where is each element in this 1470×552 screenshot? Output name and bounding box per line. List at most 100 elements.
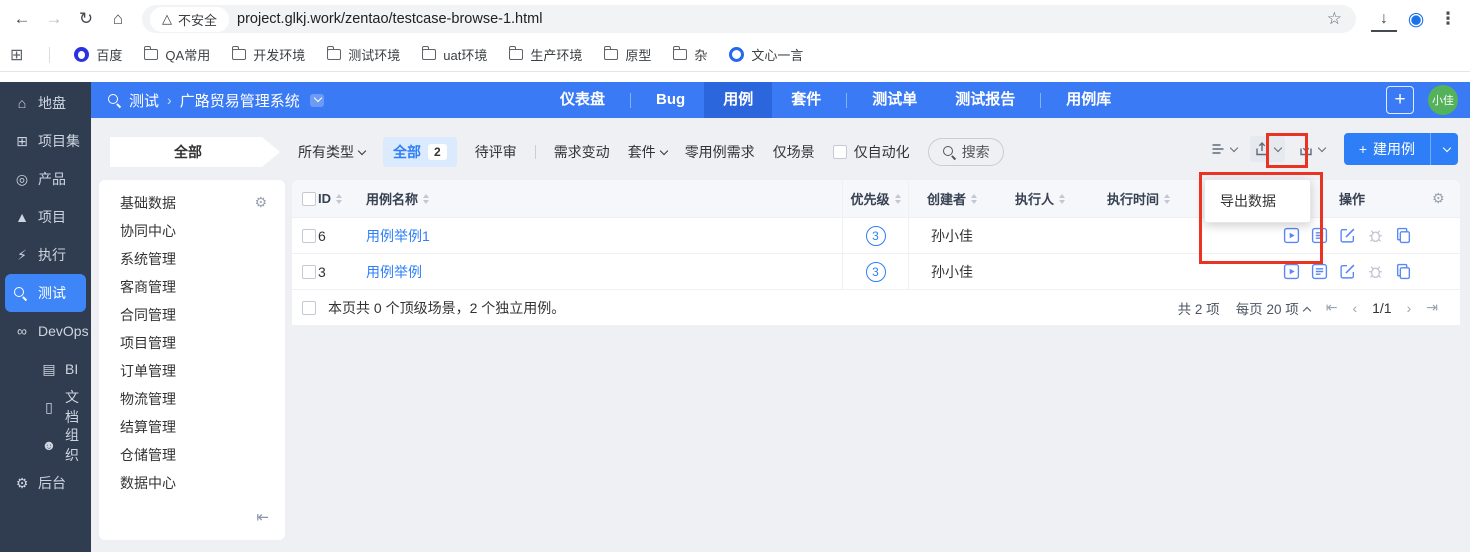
nav-tab[interactable]: Bug (637, 82, 704, 118)
column-header-name[interactable]: 用例名称 (366, 189, 842, 208)
run-case-icon[interactable] (1283, 263, 1300, 280)
filter-pill[interactable]: 零用例需求 (685, 142, 755, 162)
row-checkbox[interactable] (302, 264, 316, 279)
first-page-icon[interactable]: ⇤ (1326, 299, 1338, 316)
sidebar-item[interactable]: ▲ 项目 (0, 198, 91, 236)
avatar[interactable]: 小佳 (1428, 85, 1458, 115)
display-mode-button[interactable] (1206, 136, 1241, 162)
module-tree-item[interactable]: 结算管理 (120, 413, 285, 441)
create-case-button[interactable]: + 建用例 (1344, 133, 1430, 165)
nav-tab[interactable]: 用例库 (1047, 82, 1130, 118)
copy-case-icon[interactable] (1395, 263, 1412, 280)
select-all-checkbox[interactable] (302, 191, 316, 206)
bookmark-item[interactable]: 文心一言 (729, 45, 803, 64)
module-settings-gear-icon[interactable]: ⚙ (254, 194, 267, 211)
bookmark-item[interactable]: 生产环境 (508, 45, 582, 64)
edit-case-icon[interactable] (1339, 227, 1356, 244)
bookmark-item[interactable]: 开发环境 (231, 45, 305, 64)
bookmark-item[interactable]: 百度 (74, 45, 122, 64)
security-chip[interactable]: △ 不安全 (150, 6, 230, 32)
sidebar-item[interactable]: ⌂ 地盘 (0, 84, 91, 122)
forward-icon[interactable]: → (38, 3, 70, 35)
results-icon[interactable] (1311, 263, 1328, 280)
bookmark-item[interactable]: QA常用 (143, 45, 210, 64)
case-name-link[interactable]: 用例举例 (366, 262, 422, 282)
row-checkbox[interactable] (302, 228, 316, 243)
next-page-icon[interactable]: › (1407, 300, 1412, 316)
collapse-sidebar-icon[interactable]: ⇤ (256, 508, 269, 526)
module-tree-item[interactable]: 项目管理 (120, 329, 285, 357)
column-header-executor[interactable]: 执行人 (995, 189, 1085, 208)
bookmark-item[interactable]: uat环境 (421, 45, 487, 64)
sidebar-item[interactable]: ⊞ 项目集 (0, 122, 91, 160)
filter-pill[interactable]: 仅自动化 (832, 142, 910, 162)
project-switcher[interactable] (309, 93, 324, 107)
url-bar[interactable]: △ 不安全 project.glkj.work/zentao/testcase-… (142, 5, 1356, 33)
bookmark-item[interactable]: 测试环境 (326, 45, 400, 64)
module-tree-item[interactable]: 合同管理 (120, 301, 285, 329)
breadcrumb-app[interactable]: 测试 (129, 90, 159, 111)
module-tree-item[interactable]: 协同中心 (120, 217, 285, 245)
results-icon[interactable] (1311, 227, 1328, 244)
import-button[interactable] (1294, 136, 1329, 162)
breadcrumb-project[interactable]: 广路贸易管理系统 (180, 90, 300, 111)
search-button[interactable]: 搜索 (927, 138, 1004, 166)
nav-tab[interactable]: 测试单 (853, 82, 936, 118)
bug-icon[interactable] (1367, 263, 1384, 280)
checkbox[interactable] (832, 145, 847, 159)
filter-pill[interactable]: 需求变动 (554, 142, 610, 162)
module-tree-item[interactable]: 订单管理 (120, 357, 285, 385)
bookmark-item[interactable]: 杂 (672, 45, 707, 64)
module-tree-item[interactable]: 客商管理 (120, 273, 285, 301)
type-dropdown[interactable]: 所有类型 (298, 142, 367, 162)
sidebar-item[interactable]: ▯ 文档 (0, 388, 91, 426)
nav-tab[interactable]: 用例 (704, 82, 773, 118)
nav-tab[interactable]: 仪表盘 (541, 82, 624, 118)
sidebar-item[interactable]: ∞ DevOps (0, 312, 91, 350)
module-tree-item[interactable]: 仓储管理 (120, 441, 285, 469)
per-page-selector[interactable]: 每页 20 项 (1236, 298, 1311, 318)
prev-page-icon[interactable]: ‹ (1352, 300, 1357, 316)
column-header-exec-time[interactable]: 执行时间 (1085, 189, 1192, 208)
bug-icon[interactable] (1367, 227, 1384, 244)
apps-icon[interactable]: ⊞ (10, 45, 23, 65)
create-case-caret[interactable] (1430, 133, 1458, 165)
table-settings-gear-icon[interactable]: ⚙ (1432, 190, 1445, 207)
filter-pill[interactable]: 待评审 (475, 142, 517, 162)
url-text[interactable]: project.glkj.work/zentao/testcase-browse… (237, 11, 1311, 27)
global-add-button[interactable]: + (1386, 86, 1414, 114)
copy-case-icon[interactable] (1395, 227, 1412, 244)
scope-ribbon[interactable]: 全部 (110, 137, 280, 167)
reload-icon[interactable]: ↻ (70, 3, 102, 35)
filter-pill[interactable]: 仅场景 (773, 142, 815, 162)
nav-tab[interactable]: 测试报告 (936, 82, 1034, 118)
bookmark-star-icon[interactable]: ☆ (1319, 9, 1350, 29)
sidebar-item[interactable]: ▤ BI (0, 350, 91, 388)
browser-home-icon[interactable]: ⌂ (102, 3, 134, 35)
module-tree-item[interactable]: 物流管理 (120, 385, 285, 413)
case-name-link[interactable]: 用例举例1 (366, 226, 430, 246)
module-tree-item[interactable]: 数据中心 (120, 469, 285, 497)
menu-icon[interactable]: ⋮ (1432, 3, 1464, 35)
edit-case-icon[interactable] (1339, 263, 1356, 280)
column-header-priority[interactable]: 优先级 (842, 180, 909, 217)
column-header-id[interactable]: ID (318, 191, 366, 206)
filter-pill[interactable]: 全部 2 (383, 137, 457, 167)
downloads-icon[interactable]: ↓ (1368, 3, 1400, 35)
sidebar-item[interactable]: ⚙ 后台 (0, 464, 91, 502)
footer-checkbox[interactable] (302, 300, 316, 315)
sidebar-item[interactable]: ⚡ 执行 (0, 236, 91, 274)
dropdown-menu-item[interactable]: 导出数据 (1205, 182, 1310, 220)
module-tree-item[interactable]: 系统管理 (120, 245, 285, 273)
filter-pill[interactable]: 套件 (628, 142, 668, 162)
sidebar-item[interactable]: 测试 (5, 274, 86, 312)
run-case-icon[interactable] (1283, 227, 1300, 244)
bookmark-item[interactable]: 原型 (603, 45, 651, 64)
profile-icon[interactable]: ◉ (1400, 3, 1432, 35)
back-icon[interactable]: ← (6, 3, 38, 35)
last-page-icon[interactable]: ⇥ (1426, 299, 1438, 316)
export-button[interactable] (1249, 136, 1285, 162)
nav-tab[interactable]: 套件 (772, 82, 840, 118)
column-header-creator[interactable]: 创建者 (909, 189, 995, 208)
sidebar-item[interactable]: ☻ 组织 (0, 426, 91, 464)
